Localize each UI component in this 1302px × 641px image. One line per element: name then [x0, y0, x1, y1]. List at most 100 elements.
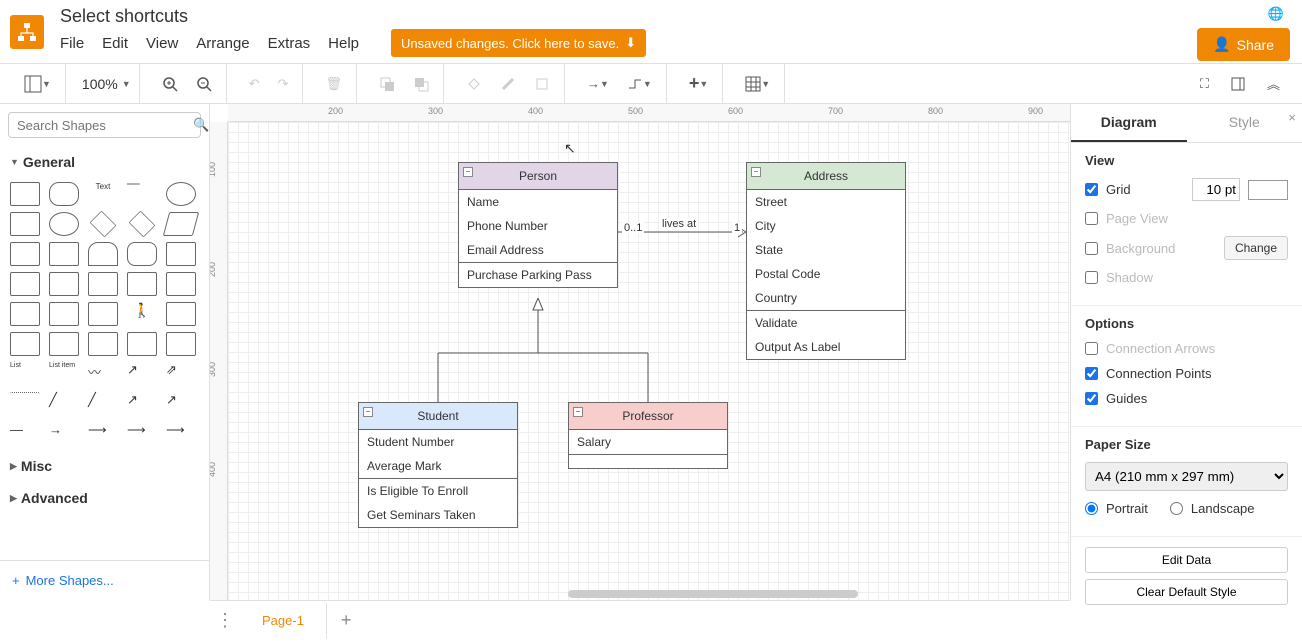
class-student[interactable]: −Student Student Number Average Mark Is … [358, 402, 518, 528]
line-color-button[interactable] [494, 72, 522, 96]
shape-item[interactable]: — [10, 422, 40, 446]
shape-item[interactable] [88, 332, 118, 356]
sidebar-toggle-button[interactable]: ▼ [18, 71, 57, 97]
collapse-icon[interactable]: − [363, 407, 373, 417]
shape-item[interactable] [163, 212, 199, 236]
shadow-checkbox[interactable] [1085, 271, 1098, 284]
menu-file[interactable]: File [60, 35, 84, 52]
menu-help[interactable]: Help [328, 35, 359, 52]
zoom-out-button[interactable] [190, 72, 218, 96]
app-logo[interactable] [10, 15, 44, 49]
shape-item[interactable] [49, 242, 79, 266]
undo-button[interactable]: ↶ [243, 72, 266, 96]
landscape-radio[interactable] [1170, 502, 1183, 515]
redo-button[interactable]: ↷ [272, 72, 295, 96]
add-button[interactable]: + ▼ [683, 69, 714, 98]
shape-item[interactable] [166, 302, 196, 326]
shape-item[interactable] [88, 302, 118, 326]
menu-edit[interactable]: Edit [102, 35, 128, 52]
table-button[interactable]: ▼ [739, 72, 776, 96]
canvas-area[interactable]: 200300400500600700800900 100200300400 ↖ … [210, 104, 1070, 600]
shape-item[interactable]: Text [88, 182, 118, 206]
shape-item[interactable]: ⟶ [166, 422, 196, 446]
shape-item[interactable]: ↗ [166, 392, 196, 416]
to-back-button[interactable] [407, 72, 435, 96]
shape-item[interactable] [49, 182, 79, 206]
delete-button[interactable]: 🗑 [319, 72, 348, 96]
collapse-icon[interactable]: − [573, 407, 583, 417]
fullscreen-button[interactable]: ⛶ [1194, 70, 1215, 97]
change-background-button[interactable]: Change [1224, 236, 1288, 260]
tab-style[interactable]: Style [1187, 104, 1302, 142]
background-checkbox[interactable] [1085, 242, 1098, 255]
shape-item[interactable]: ╱ [88, 392, 118, 416]
shape-item[interactable] [127, 332, 157, 356]
edit-data-button[interactable]: Edit Data [1085, 547, 1288, 573]
grid-checkbox[interactable] [1085, 183, 1098, 196]
connection-button[interactable]: → ▼ [581, 72, 615, 95]
shape-item[interactable] [166, 332, 196, 356]
close-icon[interactable]: × [1288, 110, 1296, 125]
conn-points-checkbox[interactable] [1085, 367, 1098, 380]
shape-item[interactable] [166, 272, 196, 296]
to-front-button[interactable] [373, 72, 401, 96]
shape-item[interactable] [49, 332, 79, 356]
shape-item[interactable] [10, 332, 40, 356]
shape-item[interactable] [10, 302, 40, 326]
document-title[interactable]: Select shortcuts [60, 6, 646, 27]
shape-item[interactable] [49, 272, 79, 296]
shape-item[interactable] [166, 182, 196, 206]
shape-item[interactable]: ↗ [127, 362, 157, 386]
shape-item[interactable] [88, 272, 118, 296]
section-advanced[interactable]: ▶Advanced [0, 482, 209, 514]
more-shapes-button[interactable]: +More Shapes... [0, 560, 209, 600]
collapse-icon[interactable]: − [463, 167, 473, 177]
shape-item[interactable]: ↗ [127, 392, 157, 416]
conn-arrows-checkbox[interactable] [1085, 342, 1098, 355]
shape-item[interactable] [49, 212, 79, 236]
shape-item[interactable]: → [49, 422, 79, 446]
grid-color-swatch[interactable] [1248, 180, 1288, 200]
portrait-radio[interactable] [1085, 502, 1098, 515]
shape-item[interactable] [10, 182, 40, 206]
menu-view[interactable]: View [146, 35, 178, 52]
shape-item[interactable]: ╱ [49, 392, 79, 416]
shape-item[interactable] [10, 272, 40, 296]
share-button[interactable]: 👤 Share [1197, 28, 1290, 61]
page-menu-button[interactable]: ⋮ [210, 610, 240, 631]
fill-color-button[interactable] [460, 72, 488, 96]
shape-item[interactable]: 🚶 [127, 302, 157, 326]
shape-item[interactable] [10, 212, 40, 236]
shape-item[interactable] [129, 211, 156, 238]
class-professor[interactable]: −Professor Salary [568, 402, 728, 469]
collapse-icon[interactable]: − [751, 167, 761, 177]
search-shapes-input[interactable]: 🔍 [8, 112, 201, 138]
shape-item[interactable]: ⟶ [127, 422, 157, 446]
collapse-button[interactable]: ︽ [1261, 70, 1286, 97]
shape-item[interactable] [166, 242, 196, 266]
paper-size-select[interactable]: A4 (210 mm x 297 mm) [1085, 462, 1288, 491]
class-address[interactable]: −Address Street City State Postal Code C… [746, 162, 906, 360]
guides-checkbox[interactable] [1085, 392, 1098, 405]
shape-item[interactable]: List [10, 362, 40, 386]
zoom-level[interactable]: 100% ▼ [82, 76, 131, 92]
shape-item[interactable]: ⟶ [88, 422, 118, 446]
format-panel-button[interactable] [1225, 70, 1251, 97]
shape-item[interactable] [90, 211, 117, 238]
shape-item[interactable] [88, 242, 118, 266]
shape-item[interactable]: List item [49, 362, 79, 386]
menu-extras[interactable]: Extras [268, 35, 311, 52]
section-general[interactable]: ▼General [0, 146, 209, 178]
class-person[interactable]: −Person Name Phone Number Email Address … [458, 162, 618, 288]
shape-item[interactable] [10, 242, 40, 266]
shape-item[interactable] [127, 272, 157, 296]
unsaved-changes-button[interactable]: Unsaved changes. Click here to save. ⬇ [391, 29, 646, 57]
language-icon[interactable]: 🌐 [1268, 6, 1284, 22]
grid-size-input[interactable] [1192, 178, 1240, 201]
shape-item[interactable] [127, 242, 157, 266]
menu-arrange[interactable]: Arrange [196, 35, 249, 52]
add-page-button[interactable]: + [327, 600, 366, 641]
tab-diagram[interactable]: Diagram [1071, 104, 1187, 142]
shape-item[interactable] [49, 302, 79, 326]
horizontal-scrollbar[interactable] [568, 590, 858, 598]
